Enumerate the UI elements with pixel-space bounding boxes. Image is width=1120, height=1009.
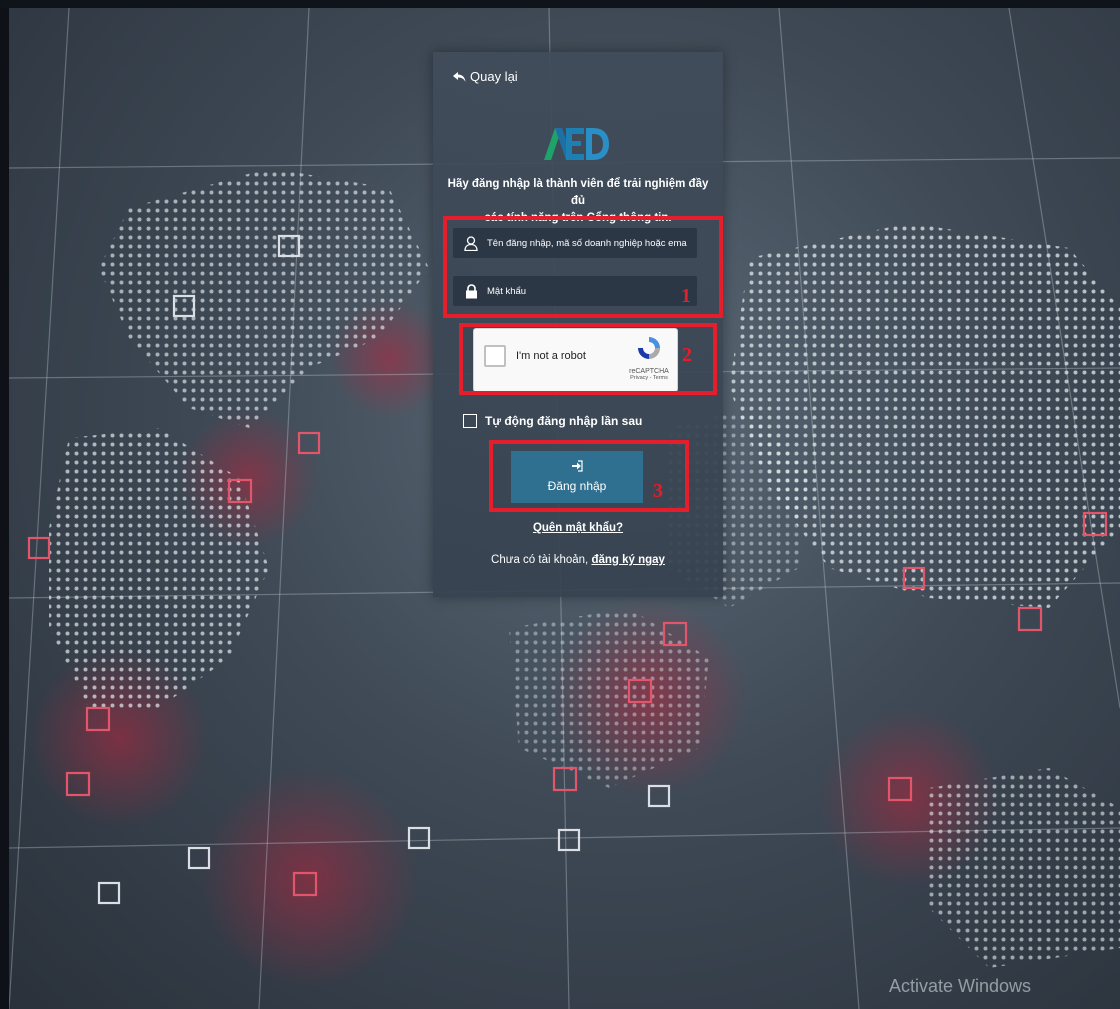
intro-line-1: Hãy đăng nhập là thành viên để trải nghi… [447,178,709,207]
forgot-password-link[interactable]: Quên mật khẩu? [533,522,623,534]
remember-me[interactable]: Tự động đăng nhập lần sau [463,414,642,428]
site-logo [544,128,609,160]
signup-prefix: Chưa có tài khoản, [491,554,592,566]
signup-link[interactable]: đăng ký ngay [591,554,665,566]
highlight-number-2: 2 [682,344,692,366]
back-link[interactable]: Quay lại [453,69,518,84]
highlight-number-1: 1 [681,285,691,307]
forgot-password: Quên mật khẩu? [433,522,723,534]
back-arrow-icon [453,71,466,82]
back-label: Quay lại [470,69,518,84]
remember-checkbox[interactable] [463,414,477,428]
signup-prompt: Chưa có tài khoản, đăng ký ngay [433,554,723,566]
highlight-number-3: 3 [653,480,663,502]
window-left-edge [0,8,9,1009]
highlight-box-2 [459,323,717,395]
activate-windows-watermark: Activate Windows [889,976,1032,996]
remember-label: Tự động đăng nhập lần sau [485,414,643,428]
